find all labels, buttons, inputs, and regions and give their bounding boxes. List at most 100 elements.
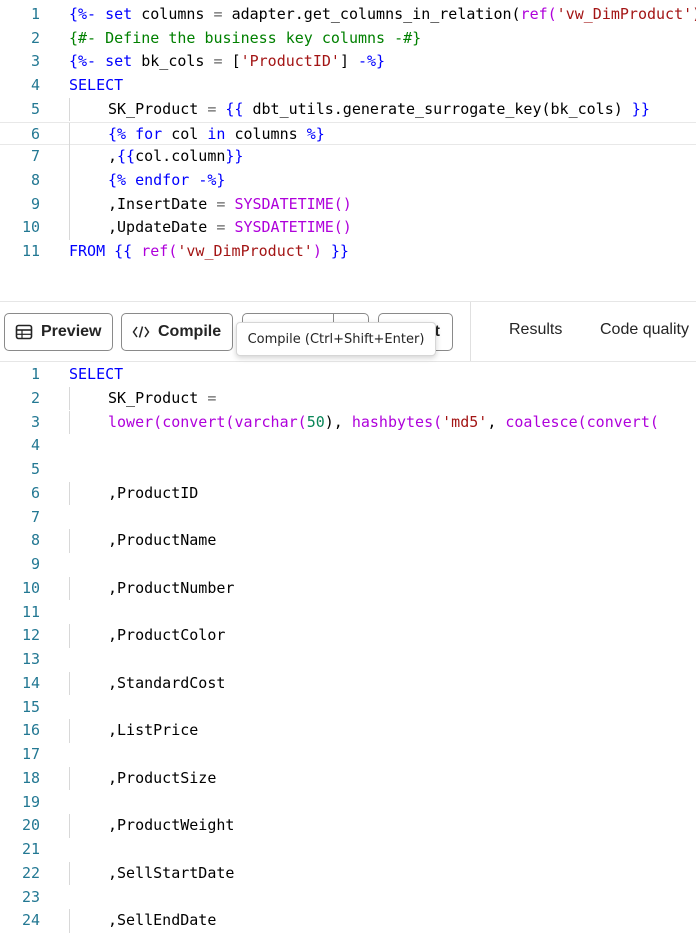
code-line[interactable]: 8 ,ProductName — [0, 529, 696, 553]
code-icon — [132, 325, 150, 339]
indent-guide — [69, 814, 108, 838]
code-line[interactable]: 17 — [0, 743, 696, 767]
code-line[interactable]: 12 ,ProductColor — [0, 624, 696, 648]
code-token: SK_Product — [108, 99, 199, 118]
line-number: 7 — [30, 507, 40, 526]
code-line[interactable]: 16 ,ListPrice — [0, 719, 696, 743]
code-line[interactable]: 3 lower(convert(varchar(50), hashbytes('m… — [0, 410, 696, 435]
code-line[interactable]: 1 SELECT — [0, 363, 696, 387]
code-line[interactable]: 4 — [0, 434, 696, 458]
indent-guide — [69, 861, 108, 886]
code-text: ,ListPrice — [69, 719, 696, 743]
code-token: {% — [108, 170, 127, 189]
indent-guide — [69, 216, 108, 240]
code-line[interactable]: 19 — [0, 791, 696, 815]
code-text: ,InsertDate = SYSDATETIME() — [69, 192, 696, 217]
code-line[interactable]: 21 — [0, 838, 696, 862]
code-line[interactable]: 11 FROM {{ ref('vw_DimProduct') }} — [0, 240, 696, 264]
code-token: }} — [631, 99, 650, 118]
code-token: ,ProductWeight — [108, 816, 235, 835]
code-line[interactable]: 10 ,ProductNumber — [0, 576, 696, 601]
code-line[interactable]: 13 — [0, 648, 696, 672]
code-token: convert( — [162, 412, 235, 431]
code-line[interactable]: 10 ,UpdateDate = SYSDATETIME() — [0, 216, 696, 240]
code-token: {%- — [69, 52, 97, 71]
code-token: }} — [225, 147, 244, 166]
code-token: = — [204, 52, 232, 71]
indent-guide — [69, 192, 108, 217]
code-line[interactable]: 11 — [0, 601, 696, 625]
line-number: 4 — [30, 436, 40, 455]
code-token: lower( — [108, 412, 163, 431]
line-number: 3 — [30, 52, 40, 71]
preview-button[interactable]: Preview — [4, 313, 113, 351]
code-token: {{ — [117, 147, 136, 166]
code-token: {% — [108, 124, 127, 143]
code-token: ) — [312, 242, 322, 260]
source-code-editor[interactable]: 1 {%- set columns = adapter.get_columns_i… — [0, 0, 696, 290]
indent-guide — [69, 386, 108, 411]
line-number: 14 — [21, 673, 40, 692]
code-text: {%- set bk_cols = ['ProductID'] -%} — [69, 50, 696, 74]
line-number: 20 — [21, 816, 40, 835]
indent-guide — [69, 481, 108, 506]
code-line[interactable]: 6 {% for col in columns %} — [0, 121, 696, 147]
code-token: hashbytes( — [351, 412, 443, 431]
line-number: 12 — [21, 626, 40, 645]
code-line[interactable]: 9 — [0, 553, 696, 577]
code-token: convert( — [586, 412, 659, 431]
indent-guide — [69, 410, 108, 435]
code-text: ,SellStartDate — [69, 861, 696, 886]
code-line[interactable]: 6 ,ProductID — [0, 481, 696, 506]
code-line[interactable]: 2 SK_Product = — [0, 386, 696, 411]
code-text: ,ProductNumber — [69, 576, 696, 601]
code-token: set — [96, 5, 142, 23]
preview-label: Preview — [41, 323, 102, 340]
code-line[interactable]: 7 ,{{col.column}} — [0, 145, 696, 169]
line-number: 22 — [21, 863, 40, 882]
code-line[interactable]: 8 {% endfor -%} — [0, 168, 696, 193]
indent-guide — [69, 168, 108, 193]
code-token: -%} — [348, 52, 386, 71]
tab-results[interactable]: Results — [509, 321, 562, 339]
code-line[interactable]: 7 — [0, 506, 696, 530]
line-number: 18 — [21, 768, 40, 787]
line-number: 10 — [21, 578, 40, 597]
code-line[interactable]: 15 — [0, 696, 696, 720]
code-token: ,StandardCost — [108, 673, 226, 692]
line-number: 6 — [30, 483, 40, 502]
code-text: SELECT — [69, 74, 696, 98]
toolbar-separator — [470, 302, 471, 361]
compile-label: Compile — [158, 323, 222, 340]
code-token: coalesce( — [505, 412, 587, 431]
code-line[interactable]: 22 ,SellStartDate — [0, 861, 696, 886]
code-line[interactable]: 4 SELECT — [0, 74, 696, 98]
code-line[interactable]: 5 SK_Product = {{ dbt_utils.generate_surr… — [0, 97, 696, 122]
code-token: {#- Define the business key columns -#} — [69, 28, 422, 47]
code-line[interactable]: 23 — [0, 886, 696, 910]
code-token: ,ListPrice — [108, 721, 199, 740]
code-line[interactable]: 9 ,InsertDate = SYSDATETIME() — [0, 192, 696, 217]
tab-code-quality[interactable]: Code quality — [600, 321, 689, 339]
code-line[interactable]: 18 ,ProductSize — [0, 766, 696, 791]
compile-button[interactable]: Compile — [121, 313, 233, 351]
code-token: SYSDATETIME() — [234, 194, 352, 213]
code-line[interactable]: 5 — [0, 458, 696, 482]
line-number: 17 — [21, 745, 40, 763]
code-token: {{ — [225, 99, 244, 118]
code-line[interactable]: 3 {%- set bk_cols = ['ProductID'] -%} — [0, 50, 696, 74]
code-token: FROM — [69, 242, 115, 260]
code-line[interactable]: 2 {#- Define the business key columns -#} — [0, 27, 696, 51]
line-number: 6 — [30, 124, 40, 143]
code-line[interactable]: 14 ,StandardCost — [0, 671, 696, 696]
line-number: 21 — [21, 840, 40, 858]
indent-guide — [69, 122, 108, 147]
line-number: 13 — [21, 650, 40, 668]
code-line[interactable]: 24 ,SellEndDate — [0, 909, 696, 933]
code-text: SK_Product = — [69, 386, 696, 411]
compiled-code-editor[interactable]: 1 SELECT 2 SK_Product = 3 lower(convert(varch… — [0, 362, 696, 936]
line-number: 5 — [30, 99, 40, 118]
code-token: ,UpdateDate — [108, 218, 208, 237]
code-line[interactable]: 20 ,ProductWeight — [0, 814, 696, 838]
code-line[interactable]: 1 {%- set columns = adapter.get_columns_i… — [0, 3, 696, 27]
